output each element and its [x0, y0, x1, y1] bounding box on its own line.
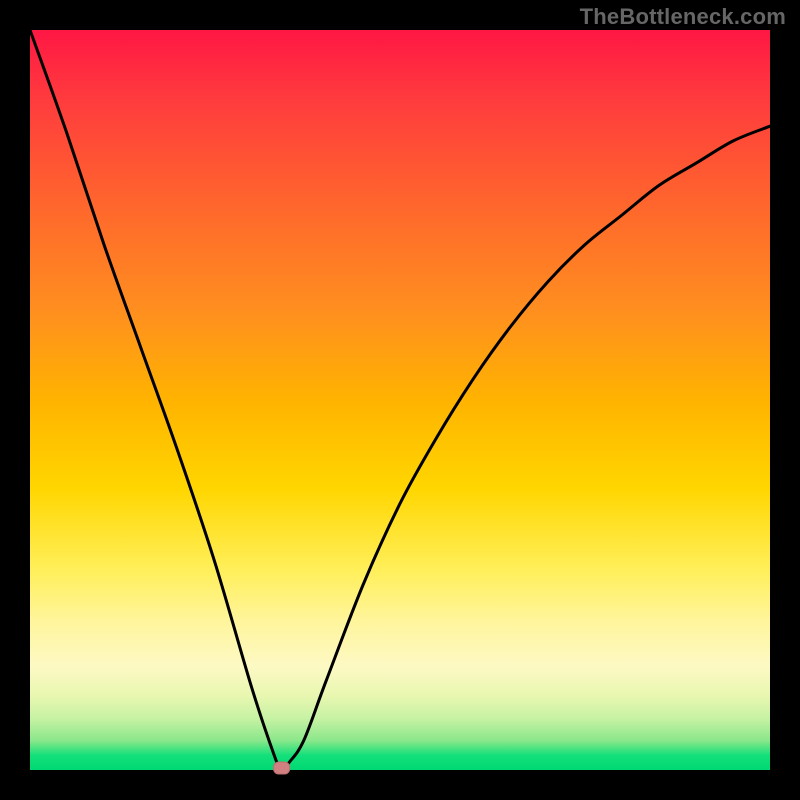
- bottleneck-curve: [30, 30, 770, 770]
- curve-layer: [30, 30, 770, 770]
- plot-area: [30, 30, 770, 770]
- chart-frame: TheBottleneck.com: [0, 0, 800, 800]
- watermark-text: TheBottleneck.com: [580, 4, 786, 30]
- min-marker: [274, 762, 290, 774]
